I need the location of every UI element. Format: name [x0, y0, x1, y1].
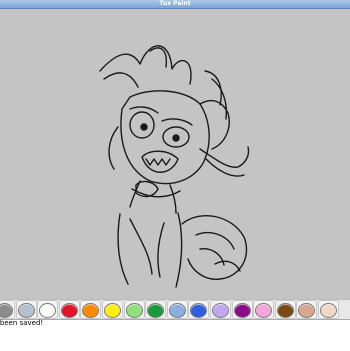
color-brown-icon — [276, 303, 294, 318]
color-swatch-purple[interactable] — [231, 300, 253, 319]
color-swatch-brown[interactable] — [274, 300, 296, 319]
window-title: Tux Paint — [159, 0, 191, 7]
color-swatch-tan[interactable] — [296, 300, 318, 319]
color-swatch-light-gray[interactable] — [15, 300, 37, 319]
color-lavender-icon — [212, 303, 229, 318]
color-swatch-red[interactable] — [58, 300, 80, 319]
color-palette — [0, 299, 350, 319]
color-light-green-icon — [125, 303, 143, 318]
color-purple-icon — [233, 303, 251, 318]
color-white-icon — [39, 303, 57, 318]
color-gray-icon — [0, 303, 13, 318]
color-pink-icon — [255, 303, 273, 318]
color-orange-icon — [82, 303, 100, 318]
color-swatch-sky-blue[interactable] — [166, 300, 188, 319]
color-sky-blue-icon — [168, 303, 186, 318]
drawing-canvas[interactable] — [0, 9, 350, 299]
color-green-icon — [147, 303, 165, 318]
sketch-drawing — [99, 45, 250, 288]
status-message: s been saved! — [0, 319, 44, 327]
color-tan-icon — [298, 303, 316, 318]
color-swatch-orange[interactable] — [80, 300, 102, 319]
color-light-gray-icon — [17, 303, 35, 318]
title-bar: Tux Paint — [0, 0, 350, 9]
color-swatch-green[interactable] — [145, 300, 167, 319]
color-beige-icon — [320, 303, 337, 318]
color-red-icon — [60, 303, 78, 318]
color-swatch-gray[interactable] — [0, 300, 15, 319]
color-swatch-pink[interactable] — [253, 300, 275, 319]
color-swatch-light-green[interactable] — [123, 300, 145, 319]
color-blue-icon — [190, 303, 208, 318]
color-swatch-white[interactable] — [37, 300, 59, 319]
color-yellow-icon — [104, 303, 121, 318]
color-swatch-blue[interactable] — [188, 300, 210, 319]
color-swatch-beige[interactable] — [318, 300, 339, 319]
color-swatch-yellow[interactable] — [102, 300, 123, 319]
status-bar: s been saved! — [0, 319, 350, 351]
color-swatch-lavender[interactable] — [210, 300, 231, 319]
